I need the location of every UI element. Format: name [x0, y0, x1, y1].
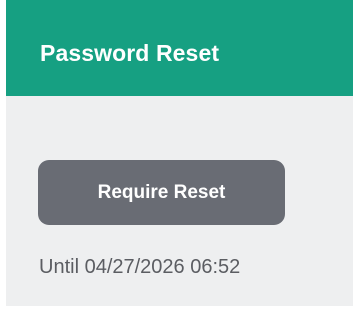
- panel-title: Password Reset: [40, 40, 220, 66]
- require-reset-button[interactable]: Require Reset: [38, 160, 285, 225]
- password-reset-panel: Password Reset Require Reset Until 04/27…: [6, 0, 353, 306]
- panel-header: Password Reset: [6, 0, 353, 96]
- reset-until-timestamp: Until 04/27/2026 06:52: [39, 256, 241, 278]
